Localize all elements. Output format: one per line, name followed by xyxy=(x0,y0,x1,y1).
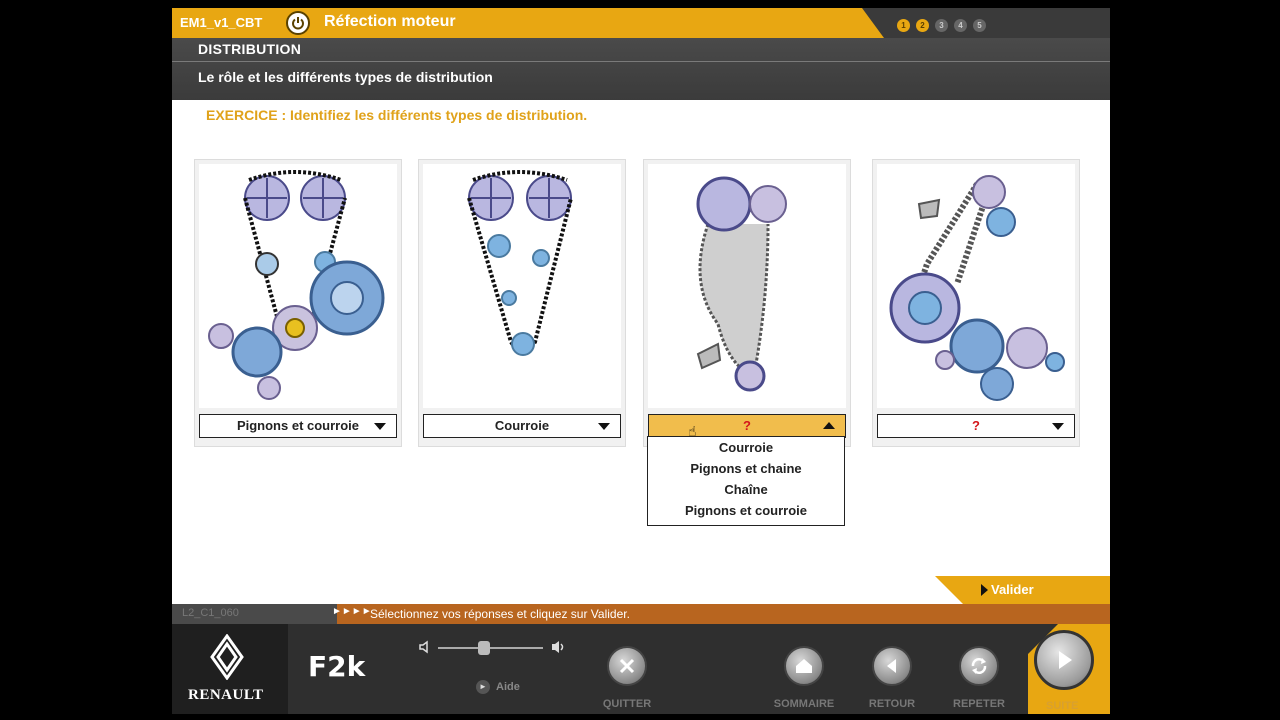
type-dropdown[interactable]: Courroie xyxy=(423,414,621,438)
quit-label: QUITTER xyxy=(602,698,652,710)
chevron-down-icon xyxy=(598,423,610,430)
section-title: DISTRIBUTION xyxy=(198,41,302,57)
top-bar: EM1_v1_CBT Réfection moteur 1 2 3 4 5 xyxy=(172,8,1110,38)
sommaire-label: SOMMAIRE xyxy=(773,698,835,710)
dropdown-option[interactable]: Pignons et chaine xyxy=(648,458,844,479)
chevron-up-icon xyxy=(823,422,835,429)
home-icon xyxy=(784,646,824,686)
help-icon: ► xyxy=(476,680,490,694)
back-arrow-icon xyxy=(872,646,912,686)
diagram-card: ? xyxy=(872,159,1080,447)
dropdown-option[interactable]: Courroie xyxy=(648,437,844,458)
chevron-down-icon xyxy=(374,423,386,430)
dropdown-value: ? xyxy=(743,418,751,433)
suite-button[interactable] xyxy=(1034,630,1094,690)
dropdown-value: Courroie xyxy=(494,418,550,433)
retour-button[interactable]: RETOUR xyxy=(852,646,932,710)
progress-steps: 1 2 3 4 5 xyxy=(897,19,986,32)
dropdown-value: ? xyxy=(972,418,980,433)
suite-label: SUITE xyxy=(1046,700,1079,712)
status-message: Sélectionnez vos réponses et cliquez sur… xyxy=(370,607,630,621)
chevron-down-icon xyxy=(1052,423,1064,430)
repeter-button[interactable]: REPETER xyxy=(939,646,1019,710)
valider-button[interactable]: Valider xyxy=(935,576,1110,604)
dropdown-option[interactable]: Chaîne xyxy=(648,479,844,500)
close-icon xyxy=(607,646,647,686)
renault-logo: RENAULT xyxy=(172,624,288,714)
diagram-card: ? xyxy=(643,159,851,447)
progress-step: 5 xyxy=(973,19,986,32)
brand-name: RENAULT xyxy=(188,687,264,703)
app-window: EM1_v1_CBT Réfection moteur 1 2 3 4 5 DI… xyxy=(172,8,1110,714)
bottom-toolbar: RENAULT F2k ► Aide QUITTER SOMMAIRE RETO… xyxy=(172,624,1110,714)
sommaire-button[interactable]: SOMMAIRE xyxy=(764,646,844,710)
dropdown-value: Pignons et courroie xyxy=(236,418,360,433)
title-banner xyxy=(172,8,884,38)
volume-slider[interactable] xyxy=(438,647,543,649)
volume-knob[interactable] xyxy=(478,641,490,655)
pignons-et-chaine-diagram xyxy=(877,164,1075,408)
dropdown-options-list: Courroie Pignons et chaine Chaîne Pignon… xyxy=(647,436,845,526)
type-dropdown[interactable]: ? xyxy=(648,414,846,438)
module-title: Réfection moteur xyxy=(324,13,456,30)
valider-label: Valider xyxy=(991,582,1034,597)
progress-step: 2 xyxy=(916,19,929,32)
play-arrow-icon xyxy=(981,584,988,596)
type-dropdown[interactable]: Pignons et courroie xyxy=(199,414,397,438)
courroie-diagram xyxy=(423,164,621,408)
volume-control xyxy=(418,636,568,660)
retour-label: RETOUR xyxy=(868,698,916,710)
section-bar: DISTRIBUTION Le rôle et les différents t… xyxy=(172,38,1110,100)
quit-button[interactable]: QUITTER xyxy=(587,646,667,710)
type-dropdown[interactable]: ? xyxy=(877,414,1075,438)
section-divider xyxy=(172,61,1110,62)
course-code: EM1_v1_CBT xyxy=(180,15,263,30)
progress-step: 1 xyxy=(897,19,910,32)
aide-label: Aide xyxy=(496,681,520,693)
progress-step: 4 xyxy=(954,19,967,32)
speaker-high-icon xyxy=(552,641,564,653)
play-icon xyxy=(1059,651,1072,669)
exercise-instruction: EXERCICE : Identifiez les différents typ… xyxy=(206,107,588,123)
repeter-label: REPETER xyxy=(953,698,1005,710)
f2k-logo: F2k xyxy=(308,650,366,683)
dropdown-option[interactable]: Pignons et courroie xyxy=(648,500,844,521)
page-code: L2_C1_060 xyxy=(182,607,239,619)
section-subtitle: Le rôle et les différents types de distr… xyxy=(198,69,493,85)
chaine-diagram xyxy=(648,164,846,408)
status-bar: L2_C1_060 ►►►► Sélectionnez vos réponses… xyxy=(172,604,1110,624)
hand-cursor-icon: ☝ xyxy=(688,423,697,439)
repeat-icon xyxy=(959,646,999,686)
progress-step: 3 xyxy=(935,19,948,32)
status-arrows: ►►►► xyxy=(332,606,372,617)
aide-button[interactable]: ► Aide xyxy=(476,680,520,694)
diagram-card: Pignons et courroie xyxy=(194,159,402,447)
diagram-card: Courroie xyxy=(418,159,626,447)
power-icon[interactable] xyxy=(286,11,310,35)
pignons-et-courroie-diagram xyxy=(199,164,397,408)
speaker-low-icon xyxy=(419,640,428,654)
